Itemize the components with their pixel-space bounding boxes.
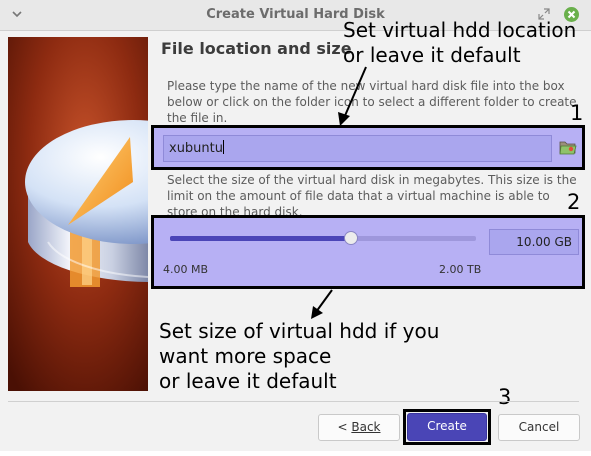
back-button-prefix: < bbox=[337, 420, 352, 434]
create-button[interactable]: Create bbox=[407, 413, 487, 441]
button-separator bbox=[8, 401, 579, 402]
max-size-label: 2.00 TB bbox=[439, 263, 482, 276]
cancel-button[interactable]: Cancel bbox=[498, 414, 580, 441]
background-window-sliver bbox=[0, 451, 591, 456]
slider-handle[interactable] bbox=[343, 231, 358, 245]
page-title: File location and size bbox=[161, 39, 352, 58]
annotation-marker-3: 3 bbox=[498, 385, 512, 409]
file-location-value: xubuntu bbox=[169, 141, 223, 156]
min-size-label: 4.00 MB bbox=[163, 263, 209, 276]
annotation-size-line3: or leave it default bbox=[159, 369, 337, 393]
file-size-input[interactable]: 10.00 GB bbox=[489, 229, 579, 255]
annotation-location-line2: or leave it default bbox=[343, 43, 521, 67]
annotation-marker-1: 1 bbox=[570, 101, 584, 125]
wizard-side-image bbox=[8, 37, 148, 391]
back-button-label: Back bbox=[351, 420, 381, 434]
file-size-description: Select the size of the virtual hard disk… bbox=[167, 173, 577, 219]
back-button[interactable]: < Back bbox=[318, 414, 400, 441]
file-location-input[interactable]: xubuntu bbox=[163, 135, 552, 162]
annotation-marker-2: 2 bbox=[567, 190, 581, 214]
annotation-size-line1: Set size of virtual hdd if you bbox=[159, 319, 440, 343]
text-cursor bbox=[223, 140, 224, 154]
folder-open-icon[interactable] bbox=[559, 139, 577, 156]
slider-fill bbox=[170, 236, 351, 241]
annotation-size-line2: want more space bbox=[159, 344, 332, 368]
annotation-arrow-size bbox=[311, 289, 333, 319]
file-location-description: Please type the name of the new virtual … bbox=[167, 79, 577, 125]
file-size-slider[interactable] bbox=[170, 231, 476, 245]
annotation-location-line1: Set virtual hdd location bbox=[343, 18, 577, 42]
